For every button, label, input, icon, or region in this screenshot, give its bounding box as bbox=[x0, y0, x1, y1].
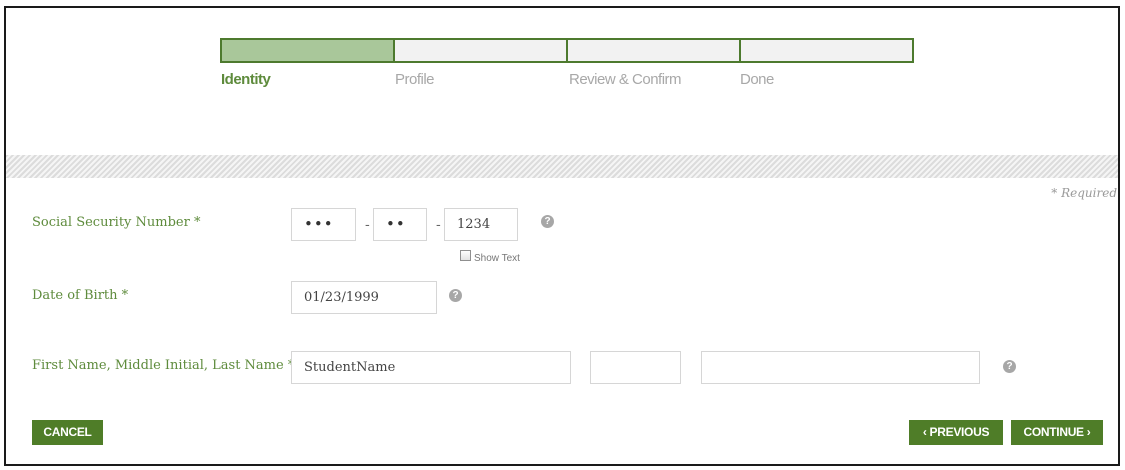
ssn-separator-1: - bbox=[365, 217, 370, 233]
dob-label: Date of Birth * bbox=[32, 288, 129, 303]
show-text-checkbox[interactable] bbox=[460, 250, 471, 261]
ssn-help-icon[interactable]: ? bbox=[541, 215, 554, 228]
ssn-part2-input[interactable]: •• bbox=[373, 208, 427, 241]
step-label-done: Done bbox=[740, 71, 774, 88]
step-segment-profile bbox=[395, 40, 568, 61]
section-divider bbox=[6, 155, 1118, 178]
step-segment-review bbox=[568, 40, 741, 61]
required-note: * Required bbox=[1051, 186, 1117, 200]
step-label-profile: Profile bbox=[395, 71, 435, 88]
step-label-review: Review & Confirm bbox=[569, 71, 682, 88]
name-label: First Name, Middle Initial, Last Name * bbox=[32, 358, 295, 373]
continue-button[interactable]: CONTINUE › bbox=[1011, 420, 1103, 445]
progress-steps bbox=[220, 38, 914, 63]
ssn-part1-input[interactable]: ••• bbox=[291, 208, 356, 241]
ssn-part3-input[interactable]: 1234 bbox=[444, 208, 518, 241]
dob-help-icon[interactable]: ? bbox=[449, 289, 462, 302]
step-label-identity: Identity bbox=[221, 71, 271, 88]
form-frame bbox=[4, 6, 1120, 466]
last-name-input[interactable] bbox=[701, 351, 980, 384]
name-help-icon[interactable]: ? bbox=[1003, 360, 1016, 373]
step-segment-identity bbox=[222, 40, 395, 61]
previous-button[interactable]: ‹ PREVIOUS bbox=[909, 420, 1003, 445]
ssn-separator-2: - bbox=[436, 217, 441, 233]
cancel-button[interactable]: CANCEL bbox=[32, 420, 103, 445]
step-segment-done bbox=[741, 40, 912, 61]
first-name-input[interactable]: StudentName bbox=[291, 351, 571, 384]
ssn-label: Social Security Number * bbox=[32, 215, 201, 230]
middle-initial-input[interactable] bbox=[590, 351, 681, 384]
show-text-label: Show Text bbox=[474, 253, 520, 264]
dob-input[interactable]: 01/23/1999 bbox=[291, 281, 437, 314]
